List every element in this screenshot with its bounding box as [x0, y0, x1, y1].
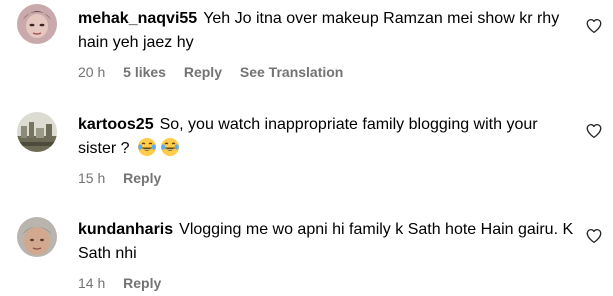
comment-username[interactable]: kundanharis	[78, 221, 173, 238]
tears-of-joy-emoji	[160, 137, 180, 157]
tears-of-joy-emoji	[137, 137, 157, 157]
comment-time: 14 h	[78, 275, 106, 291]
comment-text: kartoos25 So, you watch inappropriate fam…	[78, 113, 578, 161]
user-avatar[interactable]	[17, 217, 57, 257]
comment-time: 15 h	[78, 170, 106, 186]
comment-meta: 15 h Reply	[78, 168, 578, 188]
likes-count[interactable]: 5 likes	[123, 62, 166, 82]
comment-text: kundanharis Vlogging me wo apni hi family…	[78, 218, 578, 266]
heart-outline-icon[interactable]	[585, 17, 603, 35]
heart-outline-icon[interactable]	[585, 122, 603, 140]
comment-username[interactable]: mehak_naqvi55	[78, 10, 197, 27]
comment-text: mehak_naqvi55 Yeh Jo itna over makeup Ram…	[78, 7, 578, 55]
reply-button[interactable]: Reply	[184, 62, 222, 82]
see-translation-button[interactable]: See Translation	[240, 62, 343, 82]
reply-button[interactable]: Reply	[123, 168, 161, 188]
comment-username[interactable]: kartoos25	[78, 116, 154, 133]
comment-meta: 20 h 5 likes Reply See Translation	[78, 62, 578, 82]
heart-outline-icon[interactable]	[585, 227, 603, 245]
user-avatar[interactable]	[17, 4, 57, 44]
reply-button[interactable]: Reply	[123, 273, 161, 293]
comment-time: 20 h	[78, 64, 106, 80]
user-avatar[interactable]	[17, 112, 57, 152]
comment-meta: 14 h Reply	[78, 273, 578, 293]
